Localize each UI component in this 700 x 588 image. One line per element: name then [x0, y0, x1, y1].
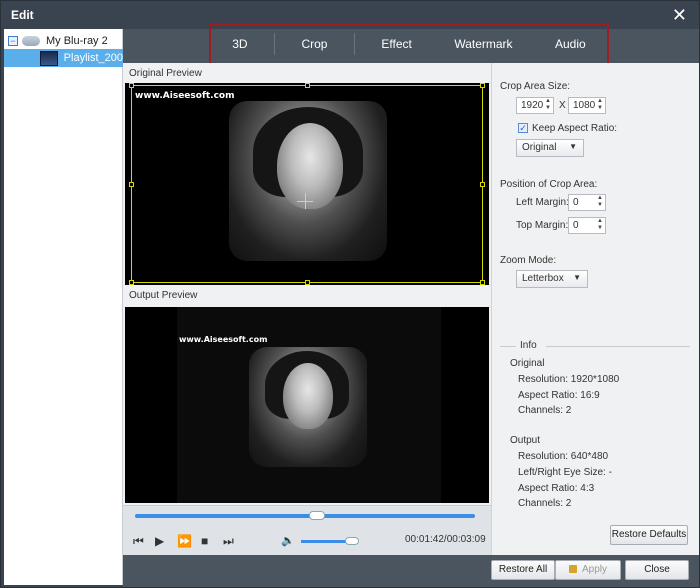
out-eye-size: Left/Right Eye Size: -: [518, 467, 612, 478]
apply-label: Apply: [581, 564, 607, 575]
close-button[interactable]: Close: [625, 560, 689, 580]
orig-resolution: Resolution: 1920*1080: [518, 374, 620, 385]
spinner-arrows-icon[interactable]: ▲ ▼: [597, 98, 603, 112]
tab-audio[interactable]: Audio: [539, 31, 602, 57]
info-output-title: Output: [510, 435, 541, 446]
aspect-ratio-value: Original: [522, 142, 557, 153]
info-title: Info: [520, 340, 537, 351]
crop-height-input[interactable]: 1080 ▲ ▼: [568, 97, 606, 114]
crop-area-size-label: Crop Area Size:: [500, 81, 571, 92]
output-video-image: [249, 347, 367, 467]
crop-settings-panel: Crop Area Size: 1920 ▲ ▼ X 1080 ▲ ▼ ✓ Keep…: [491, 63, 699, 555]
crop-height-value: 1080: [573, 100, 596, 111]
time-display: 00:01:42/00:03:09: [405, 534, 486, 545]
info-original-title: Original: [510, 358, 545, 369]
tab-separator: [274, 33, 276, 55]
title-list-panel: − My Blu-ray 2 Playlist_200: [4, 29, 123, 585]
divider: [500, 346, 516, 347]
spinner-arrows-icon[interactable]: ▲ ▼: [545, 98, 551, 112]
out-resolution: Resolution: 640*480: [518, 451, 609, 462]
restore-all-button[interactable]: Restore All: [491, 560, 555, 580]
lock-icon: [568, 565, 577, 573]
aspect-ratio-dropdown[interactable]: Original ▼: [516, 139, 584, 157]
original-preview: www.Aiseesoft.com: [125, 83, 489, 285]
crop-handle[interactable]: [129, 83, 134, 88]
tab-watermark[interactable]: Watermark: [438, 31, 528, 57]
disc-icon: [22, 36, 40, 46]
tree-child-item[interactable]: Playlist_200: [4, 49, 123, 67]
output-preview-label: Output Preview: [129, 290, 198, 301]
tree-root-item[interactable]: − My Blu-ray 2: [8, 33, 120, 49]
keep-aspect-checkbox[interactable]: ✓: [518, 123, 528, 133]
bottom-bar: Restore All Apply Close: [123, 555, 699, 587]
zoom-mode-label: Zoom Mode:: [500, 255, 557, 266]
skip-back-icon[interactable]: ⏮: [133, 534, 144, 549]
face-shape: [283, 363, 333, 429]
play-icon[interactable]: ▶: [155, 534, 164, 548]
apply-button[interactable]: Apply: [555, 560, 621, 580]
out-channels: Channels: 2: [518, 498, 572, 509]
top-margin-input[interactable]: 0 ▲ ▼: [568, 217, 606, 234]
main-content: Original Preview www.Aiseesoft.com Outpu…: [123, 63, 699, 555]
tab-effect[interactable]: Effect: [365, 31, 427, 57]
left-margin-value: 0: [573, 197, 579, 208]
output-preview: www.Aiseesoft.com: [125, 307, 489, 503]
crosshair-icon[interactable]: [305, 193, 306, 209]
crop-handle[interactable]: [480, 182, 485, 187]
speaker-icon[interactable]: 🔈: [281, 534, 295, 547]
restore-defaults-button[interactable]: Restore Defaults: [610, 525, 688, 545]
top-margin-value: 0: [573, 220, 579, 231]
player-controls: ⏮ ▶ ⏩ ■ ⏭ 🔈 00:01:42/00:03:09: [123, 505, 491, 555]
playlist-thumbnail: [40, 50, 58, 66]
seek-handle[interactable]: [309, 511, 325, 520]
original-preview-label: Original Preview: [129, 68, 202, 79]
spinner-arrows-icon[interactable]: ▲ ▼: [597, 195, 603, 209]
spinner-arrows-icon[interactable]: ▲ ▼: [597, 218, 603, 232]
seek-bar[interactable]: [135, 514, 475, 518]
orig-channels: Channels: 2: [518, 405, 572, 416]
crop-handle[interactable]: [129, 182, 134, 187]
watermark-text: www.Aiseesoft.com: [179, 335, 268, 344]
tree-root-label: My Blu-ray 2: [46, 35, 108, 47]
collapse-icon[interactable]: −: [8, 36, 18, 46]
crop-position-label: Position of Crop Area:: [500, 179, 598, 190]
crop-frame[interactable]: [129, 83, 485, 285]
tree-child-label: Playlist_200: [63, 52, 123, 64]
tab-bar: 3D Crop Effect Watermark Audio: [123, 23, 699, 65]
divider: [546, 346, 690, 347]
crop-width-input[interactable]: 1920 ▲ ▼: [516, 97, 554, 114]
left-margin-label: Left Margin:: [516, 197, 569, 208]
chevron-down-icon: ▼: [569, 142, 577, 151]
x-separator: X: [559, 100, 566, 111]
tab-crop[interactable]: Crop: [285, 31, 343, 57]
close-icon[interactable]: ✕: [672, 5, 687, 26]
window-title: Edit: [11, 8, 34, 22]
zoom-mode-value: Letterbox: [522, 273, 564, 284]
stop-icon[interactable]: ■: [201, 534, 208, 548]
top-margin-label: Top Margin:: [516, 220, 569, 231]
crop-width-value: 1920: [521, 100, 544, 111]
crop-handle[interactable]: [480, 83, 485, 88]
crop-handle[interactable]: [305, 280, 310, 285]
volume-handle[interactable]: [345, 537, 359, 545]
orig-aspect: Aspect Ratio: 16:9: [518, 390, 600, 401]
output-frame: www.Aiseesoft.com: [177, 307, 441, 503]
left-margin-input[interactable]: 0 ▲ ▼: [568, 194, 606, 211]
tab-separator: [353, 33, 355, 55]
out-aspect: Aspect Ratio: 4:3: [518, 483, 595, 494]
keep-aspect-label: Keep Aspect Ratio:: [532, 123, 618, 134]
fast-forward-icon[interactable]: ⏩: [177, 534, 192, 548]
crop-handle[interactable]: [305, 83, 310, 88]
zoom-mode-dropdown[interactable]: Letterbox ▼: [516, 270, 588, 288]
edit-window: Edit ✕ − My Blu-ray 2 Playlist_200 3D Cr…: [0, 0, 700, 588]
tab-group: 3D Crop Effect Watermark Audio: [209, 23, 609, 65]
tab-3d[interactable]: 3D: [216, 31, 263, 57]
crop-handle[interactable]: [129, 280, 134, 285]
skip-forward-icon[interactable]: ⏭: [223, 534, 234, 549]
crop-handle[interactable]: [480, 280, 485, 285]
chevron-down-icon: ▼: [573, 273, 581, 282]
